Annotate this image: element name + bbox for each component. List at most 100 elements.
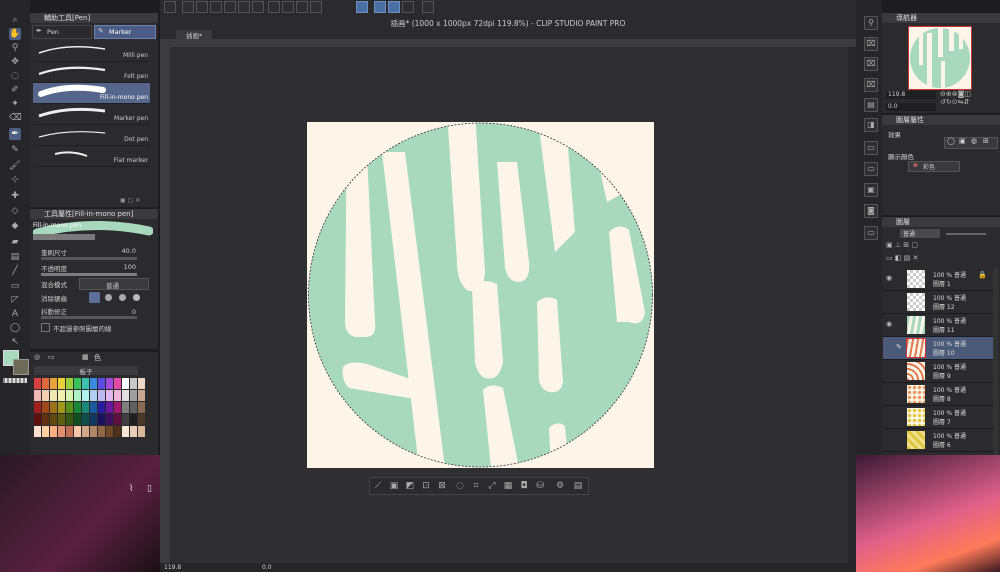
color-swatch[interactable] [114, 414, 121, 425]
color-swatch[interactable] [98, 390, 105, 401]
ruler-icon[interactable]: ◸ [9, 294, 21, 306]
save-icon[interactable] [210, 1, 222, 13]
selection-icon[interactable] [310, 1, 322, 13]
copy-subtool-icon[interactable]: ▣ [120, 197, 126, 204]
blend-icon[interactable]: ◆ [9, 220, 21, 232]
delete-layer-icon[interactable]: ✕ [913, 254, 919, 262]
color-swatch[interactable] [58, 390, 65, 401]
bookmark-dock-icon[interactable]: ▯ [147, 484, 152, 494]
brush-fill-in-mono-pen[interactable]: Fill-in-mono pen [33, 83, 150, 104]
status-zoom[interactable]: 119.8 [164, 564, 181, 571]
color-swatch[interactable] [42, 414, 49, 425]
sub-color-swatch[interactable] [13, 359, 29, 375]
subtool-tab-pen[interactable]: ✒ Pen [32, 25, 92, 39]
color-swatch[interactable] [82, 390, 89, 401]
ruler-snap-icon[interactable] [374, 1, 386, 13]
eyedropper-icon[interactable]: ✐ [9, 84, 21, 96]
border-effect-icon[interactable]: ◯ [947, 137, 955, 145]
opacity-slider[interactable] [41, 273, 137, 276]
anti-alias-strong-icon[interactable] [133, 294, 140, 301]
layer-blend-select[interactable]: 普通 [900, 229, 940, 238]
color-swatch[interactable] [34, 426, 41, 437]
lasso-icon[interactable]: ◌ [9, 70, 21, 82]
layer-opacity-slider[interactable] [946, 233, 986, 235]
history-icon[interactable]: ▤ [864, 98, 878, 112]
anti-alias-row[interactable]: 消除鋸齒 [33, 292, 150, 304]
color-swatch[interactable] [50, 378, 57, 389]
eye-icon[interactable]: ◉ [886, 274, 895, 282]
sub-view-icon[interactable]: ⌧ [864, 57, 878, 71]
mask-icon[interactable]: ▢ [911, 241, 918, 249]
color-swatch[interactable] [74, 378, 81, 389]
color-swatch[interactable] [50, 390, 57, 401]
brush-size-slider[interactable] [41, 257, 137, 260]
color-swatch[interactable] [82, 378, 89, 389]
eraser2-icon[interactable]: ◇ [9, 205, 21, 217]
gradient-icon[interactable]: ▤ [9, 251, 21, 263]
decoration-icon[interactable]: ✚ [9, 190, 21, 202]
color-swatch[interactable] [50, 414, 57, 425]
color-swatch[interactable] [114, 378, 121, 389]
color-swatch[interactable] [90, 402, 97, 413]
text-icon[interactable]: A [9, 308, 21, 320]
color-swatch[interactable] [122, 414, 129, 425]
move-icon[interactable]: ✥ [9, 56, 21, 68]
add-subtool-icon[interactable]: ▢ [128, 197, 134, 204]
color-swatch[interactable] [82, 414, 89, 425]
new-raster-icon[interactable]: ▭ [886, 254, 893, 262]
airbrush-icon[interactable]: ⊹ [9, 174, 21, 186]
color-swatch[interactable] [98, 378, 105, 389]
color-swatch[interactable] [34, 378, 41, 389]
material-icon[interactable]: ⌧ [864, 37, 878, 51]
color-swatch[interactable] [58, 426, 65, 437]
selection-settings-icon[interactable]: ⚙ [554, 480, 566, 492]
color-swatch[interactable] [42, 426, 49, 437]
color-swatch[interactable] [114, 426, 121, 437]
balloon-icon[interactable]: ◯ [9, 322, 21, 334]
invert-selection-icon[interactable]: ▣ [388, 480, 400, 492]
hand-icon[interactable]: ✋ [9, 28, 21, 40]
color-swatch[interactable] [34, 402, 41, 413]
shrink-selection-icon[interactable]: ⊡ [420, 480, 432, 492]
pen-icon[interactable]: ✒ [9, 128, 21, 140]
color-swatch[interactable] [106, 378, 113, 389]
3d-icon[interactable] [422, 1, 434, 13]
layer-row[interactable]: 100 % 普通 圖層 8 [883, 383, 993, 406]
anti-alias-weak-icon[interactable] [105, 294, 112, 301]
new-vector-icon[interactable]: ◧ [895, 254, 902, 262]
layer-row[interactable]: ◉ 100 % 普通 圖層 11 [883, 314, 993, 337]
delete-subtool-icon[interactable]: ✕ [135, 197, 140, 204]
stabilization-slider[interactable] [41, 316, 137, 319]
scale-icon[interactable]: ⤢ [486, 480, 498, 492]
color-swatch[interactable] [98, 402, 105, 413]
color-swatch[interactable] [66, 426, 73, 437]
color-swatch[interactable] [138, 378, 145, 389]
brush-size-value[interactable]: 40.0 [122, 247, 136, 255]
color-swatch[interactable] [42, 378, 49, 389]
navigator-zoom-field[interactable]: 119.8 [886, 91, 936, 99]
color-swatch[interactable] [114, 390, 121, 401]
anti-alias-mid-icon[interactable] [119, 294, 126, 301]
color-swatch[interactable] [74, 426, 81, 437]
flip-icon[interactable]: ◫ [964, 90, 971, 98]
color-swatch[interactable] [130, 414, 137, 425]
undo-icon[interactable] [238, 1, 250, 13]
flip-v-icon[interactable]: ⇵ [964, 98, 970, 106]
item-bank-icon[interactable]: ◨ [864, 118, 878, 132]
color-swatch[interactable] [138, 390, 145, 401]
color-swatch[interactable] [130, 378, 137, 389]
blend-mode-select[interactable]: 普通 [79, 278, 149, 290]
color-swatch[interactable] [90, 414, 97, 425]
color-swatch[interactable] [66, 390, 73, 401]
camera-icon[interactable]: ◙ [864, 204, 878, 218]
new-folder-icon[interactable]: ▤ [904, 254, 911, 262]
layer-row[interactable]: 100 % 普通 圖層 7 [883, 406, 993, 429]
tool-menu-icon[interactable]: ⌕ [9, 14, 21, 26]
layer-search-icon[interactable]: ▭ [864, 162, 878, 176]
color-swatch[interactable] [74, 414, 81, 425]
brush-felt-pen[interactable]: Felt pen [33, 62, 150, 83]
launcher-settings-icon[interactable]: ▤ [572, 480, 584, 492]
color-swatch[interactable] [58, 414, 65, 425]
color-swatch[interactable] [138, 402, 145, 413]
clear-outside-icon[interactable]: ◌ [454, 480, 466, 492]
